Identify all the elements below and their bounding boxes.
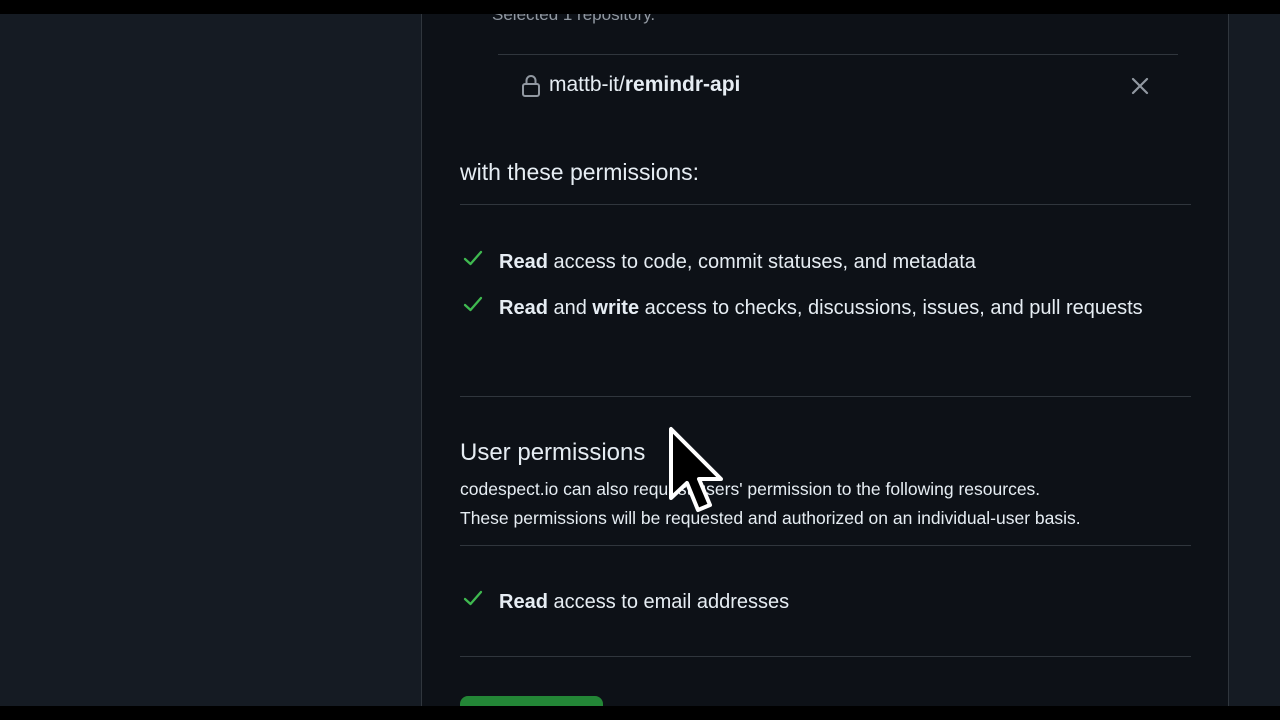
lock-icon (522, 75, 540, 97)
user-permissions-title: User permissions (460, 439, 646, 466)
authorize-button[interactable] (460, 696, 603, 706)
x-icon[interactable] (1128, 74, 1152, 98)
permission-level: Read (499, 297, 548, 319)
check-icon (463, 250, 483, 266)
repository-title: remindr-api (624, 73, 741, 96)
permission-level: write (592, 297, 640, 319)
actions-divider (460, 656, 1191, 657)
selected-repository-row: mattb-it/remindr-api (498, 70, 1178, 102)
permission-text: Read and write access to checks, discuss… (499, 291, 1159, 325)
user-permissions-description: codespect.io can also request users' per… (460, 475, 1200, 533)
authorization-panel: Selected 1 repository. mattb-it/remindr-… (421, 14, 1229, 706)
user-permissions-description-line: codespect.io can also request users' per… (460, 479, 1041, 499)
permission-description: access to code, commit statuses, and met… (547, 251, 976, 273)
check-icon (463, 590, 483, 606)
repository-divider (498, 54, 1178, 55)
page-background: Selected 1 repository. mattb-it/remindr-… (0, 14, 1280, 706)
permission-connector: and (547, 297, 593, 319)
section-divider (460, 396, 1191, 397)
user-permissions-divider (460, 545, 1191, 546)
permissions-heading: with these permissions: (460, 159, 700, 185)
selected-repositories-count: Selected 1 repository. (492, 14, 656, 24)
user-permissions-description-line: These permissions will be requested and … (460, 508, 1081, 528)
permission-text: Read access to email addresses (499, 585, 1159, 619)
repository-owner: mattb-it/ (549, 73, 625, 96)
permission-level: Read (499, 591, 548, 613)
permission-level: Read (499, 251, 548, 273)
check-icon (463, 296, 483, 312)
permission-text: Read access to code, commit statuses, an… (499, 245, 1159, 279)
permission-description: access to checks, discussions, issues, a… (639, 297, 1143, 319)
permissions-divider (460, 204, 1191, 205)
permission-description: access to email addresses (547, 591, 790, 613)
repository-name: mattb-it/remindr-api (549, 73, 740, 97)
